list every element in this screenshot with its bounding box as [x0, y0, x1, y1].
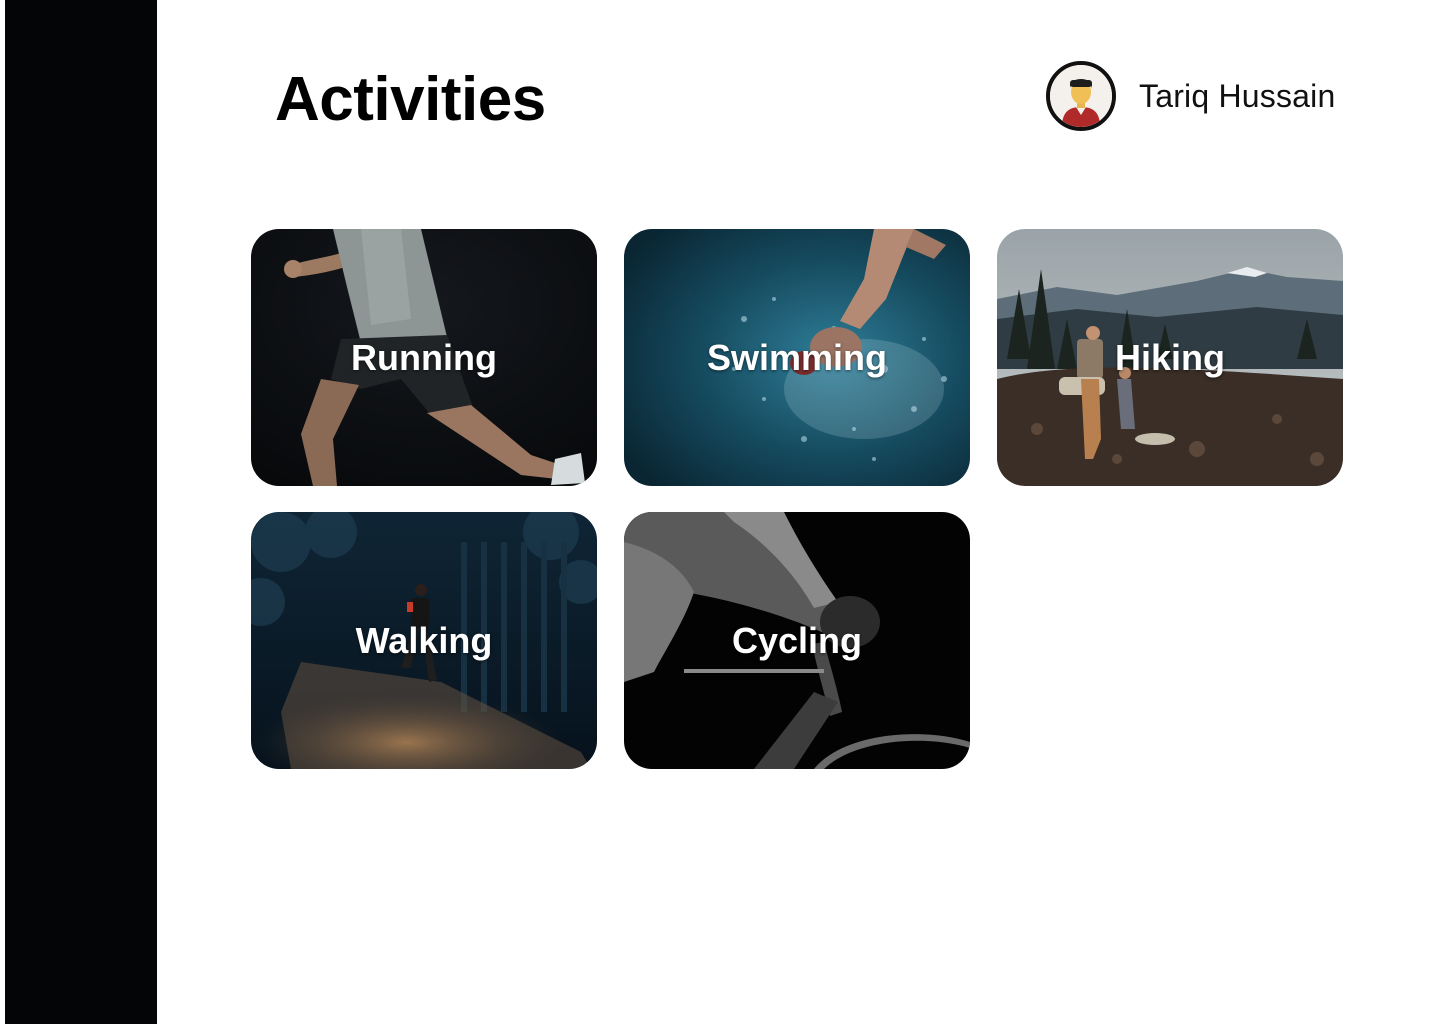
- card-label: Hiking: [1114, 336, 1225, 378]
- app-root: Activities Tariq Hussain Running Swimmin…: [0, 0, 1440, 1024]
- activity-card-running[interactable]: Running: [251, 229, 597, 486]
- sidebar: [5, 0, 157, 1024]
- page-title: Activities: [275, 65, 546, 134]
- activity-card-swimming[interactable]: Swimming: [624, 229, 970, 486]
- card-label: Walking: [355, 619, 493, 661]
- user-profile[interactable]: Tariq Hussain: [1046, 61, 1335, 131]
- activity-card-walking[interactable]: Walking: [251, 512, 597, 769]
- avatar[interactable]: [1046, 61, 1116, 131]
- card-label: Swimming: [706, 336, 888, 378]
- card-label: Cycling: [731, 619, 863, 661]
- card-label: Running: [351, 336, 497, 378]
- activity-card-hiking[interactable]: Hiking: [997, 229, 1343, 486]
- user-name[interactable]: Tariq Hussain: [1139, 78, 1335, 115]
- person-avatar-icon: [1050, 65, 1112, 127]
- activity-card-cycling[interactable]: Cycling: [624, 512, 970, 769]
